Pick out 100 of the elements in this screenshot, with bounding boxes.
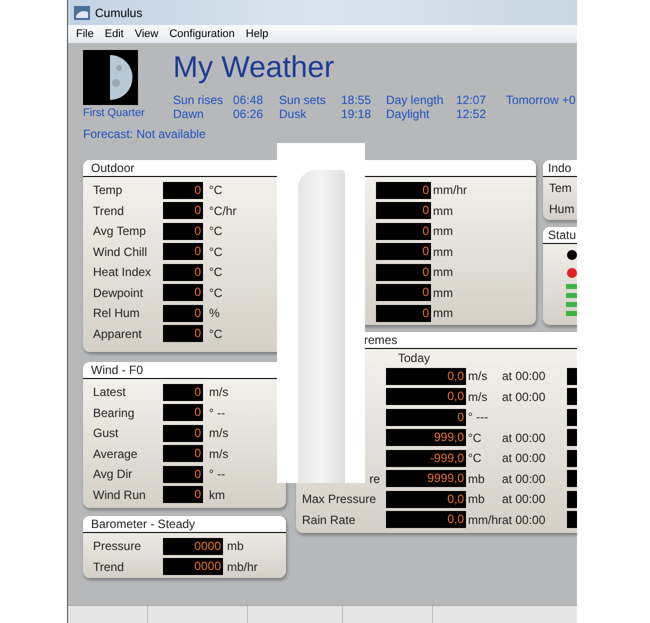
- menu-item[interactable]: Help: [246, 26, 268, 42]
- field-label: Trend: [93, 202, 125, 220]
- field-label: Tem: [548, 180, 573, 197]
- value-display: 0: [163, 222, 203, 240]
- value-display: 0,0: [386, 388, 466, 406]
- sun-label: Day length: [386, 92, 444, 109]
- unit-label: °C: [209, 244, 222, 261]
- unit-label: mm: [433, 202, 453, 220]
- unit-label: °C: [209, 223, 222, 240]
- field-label: Apparent: [93, 326, 143, 343]
- field-label: Avg Temp: [93, 223, 147, 240]
- value-display: 0,0: [386, 490, 466, 508]
- unit-label: mm: [433, 305, 453, 322]
- time-label: at 00:00: [502, 470, 546, 488]
- station-title: My Weather: [173, 50, 334, 86]
- panel-title: remes: [363, 334, 398, 346]
- unit-label: mm/hr: [468, 512, 502, 529]
- panel-title: Statu: [547, 229, 576, 241]
- value-display: 0: [386, 408, 466, 426]
- value-display: 0: [376, 243, 431, 260]
- menu-item[interactable]: Edit: [104, 26, 124, 42]
- unit-label: mm: [433, 284, 453, 302]
- value-display: 0: [163, 182, 203, 199]
- unit-label: m/s: [209, 384, 228, 402]
- time-label: at 00:00: [502, 450, 546, 468]
- value-display: 0: [163, 325, 203, 342]
- time-label: at 00:00: [502, 388, 546, 406]
- panel-title: Outdoor: [90, 162, 134, 174]
- panel-title: Indo: [547, 162, 572, 174]
- field-label: Rain Rate: [302, 512, 356, 529]
- unit-label: °C: [468, 430, 482, 447]
- unit-label: km: [209, 486, 225, 504]
- field-label: Bearing: [93, 404, 136, 422]
- unit-label: mm: [433, 244, 453, 261]
- sun-label: Daylight: [386, 106, 430, 123]
- value-display: 0: [376, 284, 431, 302]
- sun-label: Sun sets: [279, 92, 327, 109]
- value-display: 0: [163, 404, 203, 422]
- value-display: 0,0: [386, 511, 466, 528]
- unit-label: %: [209, 305, 220, 322]
- unit-label: mb: [468, 491, 486, 508]
- field-label: Latest: [93, 384, 127, 402]
- value-display: 9999,0: [386, 470, 466, 488]
- value-display: 0: [376, 182, 431, 199]
- value-display: 0: [163, 424, 203, 442]
- unit-label: m/s: [468, 368, 488, 386]
- menu-item[interactable]: File: [76, 26, 94, 42]
- field-label: Gust: [93, 425, 120, 442]
- field-label: Wind Chill: [93, 244, 148, 261]
- field-label: Avg Dir: [93, 466, 134, 484]
- field-label: Hum: [548, 201, 576, 218]
- field-label: Trend: [93, 558, 125, 576]
- field-label: Pressure: [93, 538, 142, 556]
- value-display: 0000: [163, 558, 223, 576]
- sun-time: 19:18: [341, 106, 372, 123]
- sun-time: 12:52: [456, 106, 488, 123]
- value-display: 0: [376, 222, 431, 240]
- unit-label: ° ---: [468, 409, 490, 426]
- unit-label: °C: [209, 264, 222, 282]
- value-display: 999,0: [386, 429, 466, 446]
- panel-title: Wind - F0: [90, 364, 144, 376]
- unit-label: m/s: [209, 446, 228, 463]
- field-label: Max Pressure: [302, 491, 378, 508]
- panel-title: Barometer - Steady: [90, 518, 196, 530]
- unit-label: m/s: [209, 425, 228, 442]
- field-label: Dewpoint: [93, 284, 144, 302]
- value-display: -999,0: [386, 450, 466, 467]
- sun-label: Dusk: [279, 106, 308, 123]
- field-label: Average: [93, 446, 138, 463]
- unit-label: mm: [433, 264, 453, 282]
- value-display: 0: [163, 243, 203, 260]
- time-label: at 00:00: [502, 512, 546, 529]
- value-display: 0: [163, 304, 203, 322]
- value-display: 0: [376, 304, 431, 322]
- unit-label: °C: [209, 326, 222, 343]
- unit-label: ° --: [209, 466, 226, 484]
- field-label: re: [368, 470, 381, 488]
- field-label: Temp: [93, 182, 124, 200]
- value-display: 0: [376, 264, 431, 281]
- time-label: at 00:00: [502, 368, 546, 386]
- value-display: 0: [376, 202, 431, 220]
- value-display: 0: [163, 486, 203, 504]
- value-display: 0,0: [386, 368, 466, 385]
- unit-label: °C/hr: [209, 202, 236, 220]
- value-display: 0: [163, 202, 203, 220]
- field-label: Heat Index: [93, 264, 152, 282]
- value-display: 0: [163, 445, 203, 462]
- menu-item[interactable]: Configuration: [169, 26, 235, 42]
- sun-time: 18:55: [341, 92, 372, 109]
- unit-label: °C: [209, 284, 222, 302]
- value-display: 0: [163, 384, 203, 401]
- value-display: 0: [163, 264, 203, 281]
- sun-time: 12:07: [456, 92, 488, 109]
- unit-label: m/s: [468, 388, 488, 406]
- unit-label: ° --: [209, 404, 226, 422]
- sun-label: Sun rises: [173, 92, 224, 109]
- column-header: Today: [398, 350, 430, 366]
- unit-label: °C: [209, 182, 222, 200]
- app-icon: [74, 6, 90, 20]
- menu-item[interactable]: View: [134, 26, 158, 42]
